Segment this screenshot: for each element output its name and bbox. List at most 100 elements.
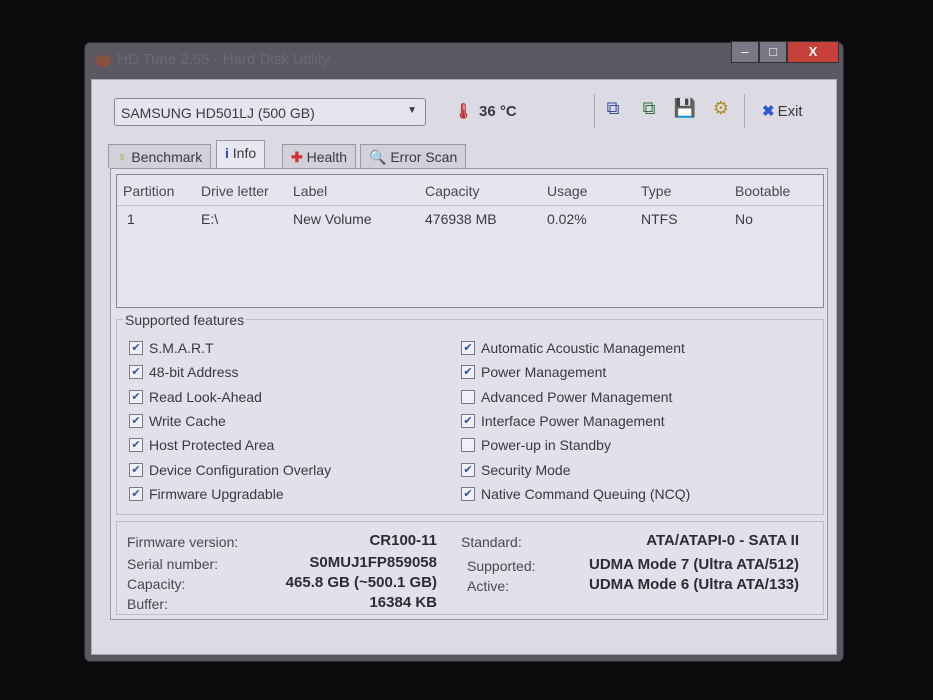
column-header[interactable]: Drive letter xyxy=(201,183,269,199)
feature-checkbox[interactable]: ✔ Host Protected Area xyxy=(129,437,274,453)
column-header[interactable]: Type xyxy=(641,183,671,199)
checkbox-icon[interactable]: ✔ xyxy=(461,413,475,428)
column-header[interactable]: Usage xyxy=(547,183,587,199)
active-value: UDMA Mode 6 (Ultra ATA/133) xyxy=(588,576,799,593)
drive-select-value: SAMSUNG HD501LJ (500 GB) xyxy=(121,105,315,121)
standard-label: Standard: xyxy=(461,534,522,550)
feature-checkbox[interactable]: ✔ Firmware Upgradable xyxy=(129,486,284,502)
cell: 476938 MB xyxy=(425,211,497,227)
tab-label: Benchmark xyxy=(131,149,203,165)
options-icon[interactable]: ⚙ xyxy=(708,98,734,124)
checkbox-icon[interactable]: ✔ xyxy=(129,389,143,404)
cell: 0.02% xyxy=(547,211,587,227)
exit-button[interactable]: ✖ Exit xyxy=(762,102,803,120)
save-icon[interactable]: 💾 xyxy=(672,98,698,124)
firmware-value: CR100-11 xyxy=(369,532,437,549)
checkbox-icon[interactable]: ✔ xyxy=(129,365,143,380)
feature-checkbox[interactable]: ✔ 48-bit Address xyxy=(129,364,239,380)
feature-label: 48-bit Address xyxy=(149,364,239,381)
checkbox-icon[interactable]: ✔ xyxy=(129,341,143,355)
info-icon: i xyxy=(225,145,233,161)
feature-checkbox[interactable]: ✔ Write Cache xyxy=(129,413,226,429)
feature-label: Power Management xyxy=(481,364,607,381)
minimize-button[interactable]: – xyxy=(731,41,759,63)
feature-checkbox[interactable]: ✔ Interface Power Management xyxy=(461,413,665,429)
feature-checkbox[interactable]: ✔ Security Mode xyxy=(461,462,570,478)
column-header[interactable]: Bootable xyxy=(735,183,790,199)
feature-label: S.M.A.R.T xyxy=(149,340,214,356)
checkbox-icon[interactable]: ✔ xyxy=(129,413,143,428)
feature-label: Write Cache xyxy=(149,412,226,429)
checkbox-icon[interactable]: ✔ xyxy=(461,389,475,404)
drive-details: Firmware version: CR100-11 Serial number… xyxy=(116,521,824,615)
cell: New Volume xyxy=(293,211,372,227)
feature-label: Advanced Power Management xyxy=(481,388,673,405)
feature-label: Automatic Acoustic Management xyxy=(481,340,685,356)
exit-label: Exit xyxy=(777,103,803,120)
thermometer-icon: 🌡 xyxy=(454,103,474,120)
standard-value: ATA/ATAPI-0 - SATA II xyxy=(646,532,799,549)
feature-label: Read Look-Ahead xyxy=(149,388,262,405)
serial-label: Serial number: xyxy=(127,556,219,572)
capacity-value: 465.8 GB (~500.1 GB) xyxy=(285,574,437,591)
maximize-button[interactable]: □ xyxy=(759,41,787,63)
feature-checkbox[interactable]: ✔ Read Look-Ahead xyxy=(129,389,262,405)
checkbox-icon[interactable]: ✔ xyxy=(461,341,475,355)
divider xyxy=(594,94,595,128)
supported-label: Supported: xyxy=(467,558,536,574)
checkbox-icon[interactable]: ✔ xyxy=(129,462,143,477)
cell: 1 xyxy=(127,211,135,227)
divider xyxy=(744,94,745,128)
feature-checkbox[interactable]: ✔ S.M.A.R.T xyxy=(129,340,214,356)
feature-checkbox[interactable]: ✔ Device Configuration Overlay xyxy=(129,462,331,478)
header-divider xyxy=(117,205,823,206)
firmware-label: Firmware version: xyxy=(127,534,239,550)
feature-label: Host Protected Area xyxy=(149,437,275,454)
client-area: SAMSUNG HD501LJ (500 GB) ▼ 🌡 36 °C ⧉ ⧉ 💾 ⚙… xyxy=(91,79,837,655)
window-title: HD Tune 2.55 - Hard Disk Utility xyxy=(117,51,330,68)
x-icon: ✖ xyxy=(762,103,775,120)
buffer-label: Buffer: xyxy=(127,596,168,612)
column-header[interactable]: Partition xyxy=(123,183,174,199)
checkbox-icon[interactable]: ✔ xyxy=(461,365,475,380)
tab-label: Health xyxy=(306,149,348,165)
checkbox-icon[interactable]: ✔ xyxy=(461,438,475,453)
supported-value: UDMA Mode 7 (Ultra ATA/512) xyxy=(588,556,799,573)
bulb-icon: ♀ xyxy=(117,149,132,165)
column-header[interactable]: Label xyxy=(293,183,327,199)
checkbox-icon[interactable]: ✔ xyxy=(461,462,475,477)
copy-icon[interactable]: ⧉ xyxy=(600,98,626,124)
tab-error-scan[interactable]: 🔍 Error Scan xyxy=(360,144,467,168)
checkbox-icon[interactable]: ✔ xyxy=(129,438,143,453)
feature-checkbox[interactable]: ✔ Native Command Queuing (NCQ) xyxy=(461,486,690,502)
temperature-value: 36 °C xyxy=(479,103,517,120)
info-panel: Partition Drive letter Label Capacity Us… xyxy=(110,168,828,620)
cell: NTFS xyxy=(641,211,678,227)
feature-checkbox[interactable]: ✔ Power Management xyxy=(461,364,606,380)
group-title: Supported features xyxy=(123,312,247,328)
capacity-label: Capacity: xyxy=(127,576,186,592)
supported-features-group: Supported features ✔ S.M.A.R.T ✔ 48-bit Add… xyxy=(116,312,824,515)
tab-health[interactable]: ✚ Health xyxy=(282,144,357,168)
tab-label: Info xyxy=(232,145,257,161)
feature-label: Firmware Upgradable xyxy=(149,485,284,502)
feature-checkbox[interactable]: ✔ Advanced Power Management xyxy=(461,389,672,405)
magnifier-icon: 🔍 xyxy=(369,149,391,165)
app-window: HD Tune 2.55 - Hard Disk Utility – □ X S… xyxy=(84,41,844,662)
feature-checkbox[interactable]: ✔ Automatic Acoustic Management xyxy=(461,340,685,356)
checkbox-icon[interactable]: ✔ xyxy=(129,486,143,501)
tab-info[interactable]: i Info xyxy=(216,140,266,169)
close-button[interactable]: X xyxy=(787,41,839,63)
tab-label: Error Scan xyxy=(390,149,458,165)
tab-benchmark[interactable]: ♀ Benchmark xyxy=(108,144,212,168)
chevron-down-icon: ▼ xyxy=(407,105,417,116)
feature-label: Interface Power Management xyxy=(481,412,665,429)
checkbox-icon[interactable]: ✔ xyxy=(461,486,475,501)
buffer-value: 16384 KB xyxy=(369,594,437,611)
copy-screenshot-icon[interactable]: ⧉ xyxy=(636,98,662,124)
temperature: 🌡 36 °C xyxy=(454,102,517,120)
feature-label: Native Command Queuing (NCQ) xyxy=(481,485,691,502)
drive-select[interactable]: SAMSUNG HD501LJ (500 GB) ▼ xyxy=(114,98,426,126)
column-header[interactable]: Capacity xyxy=(425,183,479,199)
feature-checkbox[interactable]: ✔ Power-up in Standby xyxy=(461,437,611,453)
